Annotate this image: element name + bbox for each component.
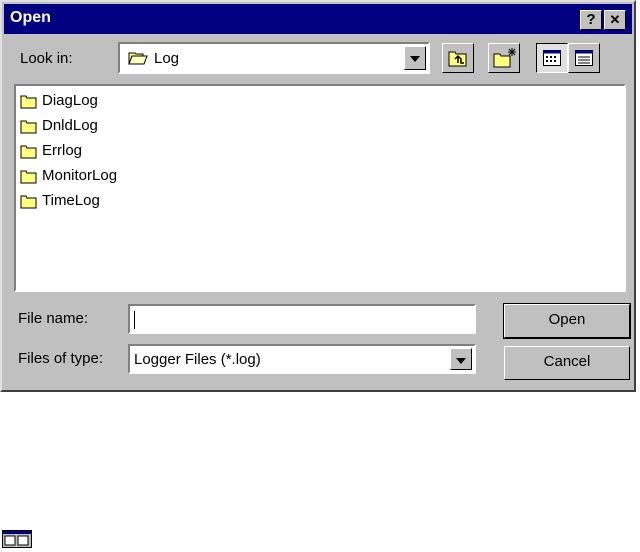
files-of-type-combo[interactable]: Logger Files (*.log) (128, 344, 476, 374)
look-in-value: Log (154, 50, 180, 67)
window-icon[interactable] (2, 530, 32, 552)
new-folder-icon (493, 47, 517, 73)
open-dialog: Open ? ✕ Look in: Log DiagLog DnldLog Er… (0, 0, 636, 392)
folder-icon (20, 94, 38, 113)
files-of-type-dropdown-button[interactable] (450, 348, 472, 370)
close-button[interactable]: ✕ (604, 10, 626, 30)
folder-name: MonitorLog (42, 167, 118, 184)
look-in-combo[interactable]: Log (118, 42, 430, 74)
details-view-icon (575, 50, 593, 70)
dialog-title: Open (10, 9, 51, 26)
open-button[interactable]: Open (503, 303, 631, 339)
folder-name: DiagLog (42, 92, 98, 109)
folder-name: TimeLog (42, 192, 100, 209)
details-view-button[interactable] (568, 43, 600, 73)
file-name-label: File name: (18, 310, 89, 327)
cancel-button-label: Cancel (543, 353, 591, 370)
title-bar: Open ? ✕ (4, 4, 632, 34)
folder-icon (20, 194, 38, 213)
folder-icon (20, 119, 38, 138)
folder-name: DnldLog (42, 117, 98, 134)
text-caret (134, 311, 135, 329)
folder-name: Errlog (42, 142, 83, 159)
folder-icon (20, 144, 38, 163)
help-button[interactable]: ? (580, 10, 602, 30)
open-folder-icon (128, 50, 148, 70)
file-list[interactable]: DiagLog DnldLog Errlog MonitorLog TimeLo… (14, 84, 626, 292)
files-of-type-label: Files of type: (18, 350, 104, 367)
files-of-type-value: Logger Files (*.log) (134, 351, 261, 368)
up-one-level-button[interactable] (442, 43, 474, 73)
list-view-icon (543, 50, 561, 70)
create-new-folder-button[interactable] (488, 43, 520, 73)
open-button-label: Open (548, 311, 586, 328)
up-folder-icon (448, 49, 468, 71)
look-in-label: Look in: (20, 50, 73, 67)
look-in-dropdown-button[interactable] (404, 46, 426, 70)
list-view-button[interactable] (536, 43, 568, 73)
file-name-field[interactable] (128, 304, 476, 334)
folder-icon (20, 169, 38, 188)
cancel-button[interactable]: Cancel (504, 346, 630, 380)
